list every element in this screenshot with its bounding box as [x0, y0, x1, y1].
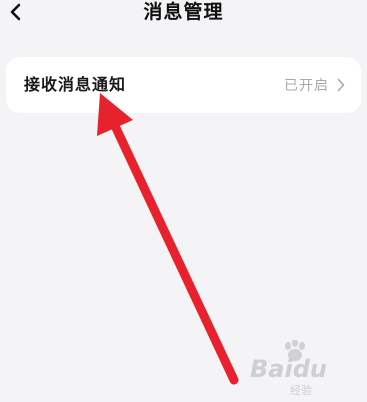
- header: 消息管理: [0, 0, 367, 34]
- chevron-right-icon: [337, 78, 345, 92]
- status-text: 已开启: [284, 78, 329, 94]
- receive-notifications-row[interactable]: 接收消息通知 已开启: [6, 57, 361, 113]
- arrow-shaft: [111, 123, 239, 385]
- page-title: 消息管理: [143, 1, 224, 23]
- row-label: 接收消息通知: [24, 75, 127, 94]
- row-right: 已开启: [284, 57, 345, 113]
- watermark-sub: 经验: [290, 384, 312, 397]
- watermark: Baidu 经验: [250, 340, 362, 398]
- watermark-brand: Baidu: [250, 355, 327, 383]
